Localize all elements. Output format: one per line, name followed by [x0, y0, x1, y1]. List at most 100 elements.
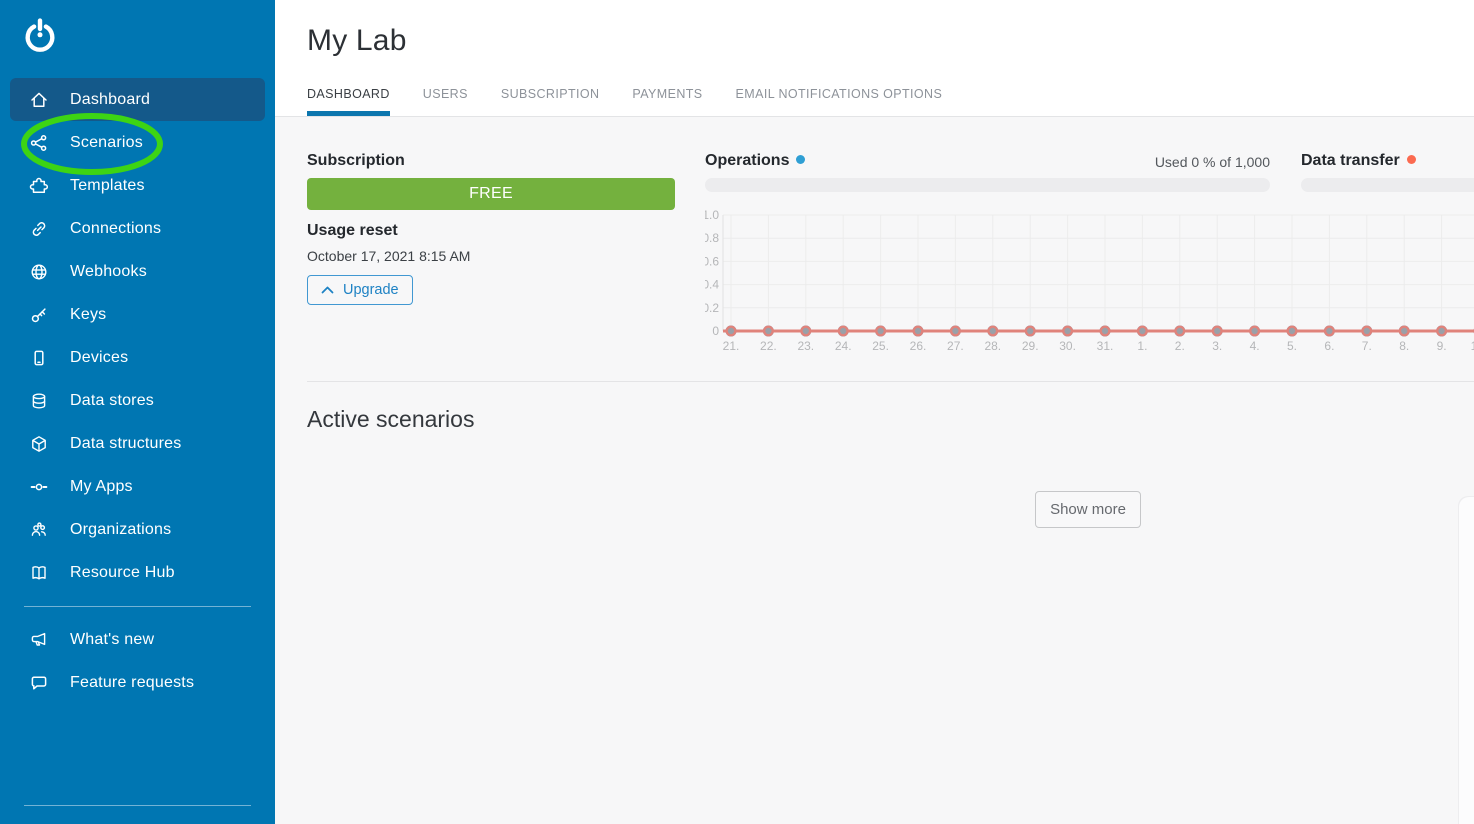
svg-text:10.: 10. — [1471, 339, 1474, 353]
sidebar-item-data-structures[interactable]: Data structures — [10, 422, 265, 465]
data-transfer-progress-bar — [1301, 178, 1474, 192]
sidebar-item-label: Keys — [70, 306, 106, 324]
svg-text:31.: 31. — [1097, 339, 1114, 353]
sidebar-divider — [24, 805, 251, 806]
sidebar-item-label: Data stores — [70, 392, 154, 410]
show-more-button[interactable]: Show more — [1035, 491, 1141, 528]
page-title: My Lab — [307, 24, 407, 58]
svg-text:0.4: 0.4 — [705, 278, 719, 292]
usage-chart-svg: 00.20.40.60.81.021.22.23.24.25.26.27.28.… — [705, 205, 1474, 357]
tab-email-notifications-options[interactable]: EMAIL NOTIFICATIONS OPTIONS — [736, 87, 943, 116]
svg-text:26.: 26. — [910, 339, 927, 353]
svg-text:7.: 7. — [1362, 339, 1372, 353]
sidebar-item-webhooks[interactable]: Webhooks — [10, 250, 265, 293]
usage-reset-heading: Usage reset — [307, 222, 398, 240]
svg-text:22.: 22. — [760, 339, 777, 353]
subscription-heading: Subscription — [307, 152, 405, 170]
sidebar-item-resource-hub[interactable]: Resource Hub — [10, 551, 265, 594]
svg-text:6.: 6. — [1324, 339, 1334, 353]
sidebar-item-label: Organizations — [70, 521, 171, 539]
globe-icon — [29, 262, 49, 282]
corner-panel-edge — [1459, 497, 1474, 824]
megaphone-icon — [29, 630, 49, 650]
sidebar: Dashboard Scenarios Templates Connection… — [0, 0, 275, 824]
share-network-icon — [29, 133, 49, 153]
integromat-logo-icon[interactable] — [22, 18, 58, 54]
svg-text:30.: 30. — [1059, 339, 1076, 353]
page-header: My Lab DASHBOARD USERS SUBSCRIPTION PAYM… — [275, 0, 1474, 117]
svg-text:0: 0 — [712, 324, 719, 338]
upgrade-button-label: Upgrade — [343, 282, 399, 298]
sidebar-item-connections[interactable]: Connections — [10, 207, 265, 250]
sidebar-item-label: Scenarios — [70, 134, 143, 152]
plan-badge: FREE — [307, 178, 675, 210]
data-transfer-heading: Data transfer — [1301, 152, 1416, 170]
svg-text:5.: 5. — [1287, 339, 1297, 353]
svg-text:24.: 24. — [835, 339, 852, 353]
sidebar-item-label: Webhooks — [70, 263, 147, 281]
svg-text:8.: 8. — [1399, 339, 1409, 353]
svg-text:4.: 4. — [1250, 339, 1260, 353]
svg-text:29.: 29. — [1022, 339, 1039, 353]
svg-text:23.: 23. — [797, 339, 814, 353]
sidebar-item-label: Connections — [70, 220, 161, 238]
sidebar-item-label: Devices — [70, 349, 128, 367]
operations-label: Operations — [705, 152, 789, 169]
link-icon — [29, 219, 49, 239]
chevron-up-icon — [321, 286, 334, 294]
svg-text:0.2: 0.2 — [705, 301, 719, 315]
sidebar-item-label: Templates — [70, 177, 145, 195]
section-divider — [307, 381, 1474, 382]
svg-text:27.: 27. — [947, 339, 964, 353]
svg-text:1.0: 1.0 — [705, 208, 719, 222]
speech-bubble-icon — [29, 673, 49, 693]
svg-text:28.: 28. — [984, 339, 1001, 353]
svg-text:3.: 3. — [1212, 339, 1222, 353]
operations-progress-bar — [705, 178, 1270, 192]
database-icon — [29, 391, 49, 411]
upgrade-button[interactable]: Upgrade — [307, 275, 413, 305]
operations-legend-dot — [796, 155, 805, 164]
cube-icon — [29, 434, 49, 454]
sidebar-item-data-stores[interactable]: Data stores — [10, 379, 265, 422]
sidebar-item-templates[interactable]: Templates — [10, 164, 265, 207]
tab-payments[interactable]: PAYMENTS — [632, 87, 702, 116]
sidebar-item-my-apps[interactable]: My Apps — [10, 465, 265, 508]
people-icon — [29, 520, 49, 540]
svg-text:25.: 25. — [872, 339, 889, 353]
sidebar-item-organizations[interactable]: Organizations — [10, 508, 265, 551]
smartphone-icon — [29, 348, 49, 368]
sidebar-item-scenarios[interactable]: Scenarios — [10, 121, 265, 164]
active-scenarios-heading: Active scenarios — [307, 406, 474, 433]
key-icon — [29, 305, 49, 325]
svg-text:1.: 1. — [1137, 339, 1147, 353]
operations-heading: Operations — [705, 152, 805, 170]
sidebar-item-label: Data structures — [70, 435, 181, 453]
app-root: Dashboard Scenarios Templates Connection… — [0, 0, 1474, 824]
sidebar-item-label: Feature requests — [70, 674, 194, 692]
svg-text:0.6: 0.6 — [705, 254, 719, 268]
sidebar-item-feature-requests[interactable]: Feature requests — [10, 661, 265, 704]
svg-text:2.: 2. — [1175, 339, 1185, 353]
tab-users[interactable]: USERS — [423, 87, 468, 116]
home-icon — [29, 90, 49, 110]
svg-text:0.8: 0.8 — [705, 231, 719, 245]
tab-subscription[interactable]: SUBSCRIPTION — [501, 87, 600, 116]
tab-bar: DASHBOARD USERS SUBSCRIPTION PAYMENTS EM… — [307, 87, 942, 116]
usage-reset-value: October 17, 2021 8:15 AM — [307, 248, 470, 264]
operations-used-text: Used 0 % of 1,000 — [1155, 154, 1270, 170]
sidebar-item-whats-new[interactable]: What's new — [10, 618, 265, 661]
node-icon — [29, 477, 49, 497]
sidebar-item-label: My Apps — [70, 478, 133, 496]
sidebar-item-dashboard[interactable]: Dashboard — [10, 78, 265, 121]
open-book-icon — [29, 563, 49, 583]
sidebar-divider — [24, 606, 251, 607]
sidebar-item-label: Resource Hub — [70, 564, 175, 582]
sidebar-item-devices[interactable]: Devices — [10, 336, 265, 379]
data-transfer-legend-dot — [1407, 155, 1416, 164]
sidebar-item-keys[interactable]: Keys — [10, 293, 265, 336]
data-transfer-label: Data transfer — [1301, 152, 1400, 169]
tab-dashboard[interactable]: DASHBOARD — [307, 87, 390, 116]
puzzle-icon — [29, 176, 49, 196]
sidebar-item-label: What's new — [70, 631, 154, 649]
